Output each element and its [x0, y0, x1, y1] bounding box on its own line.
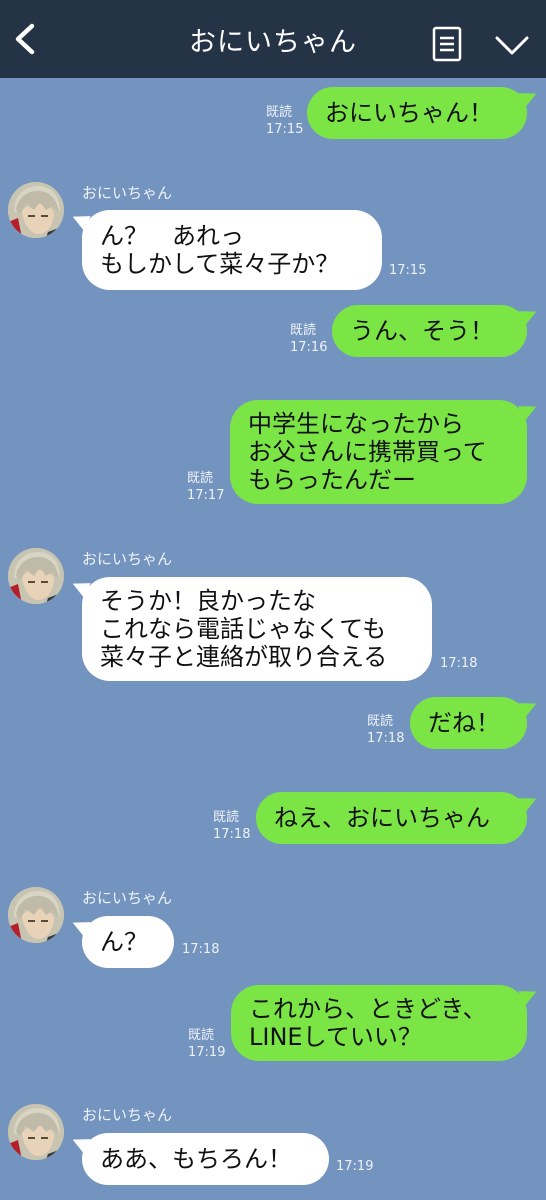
chat-title: おにいちゃん: [189, 27, 357, 58]
sender-name: おにいちゃん: [82, 1106, 173, 1124]
received-message-bubble[interactable]: ん？ あれっ もしかして菜々子か？: [82, 210, 382, 290]
read-receipt: 既読: [290, 323, 317, 338]
message-text-line: もしかして菜々子か？: [100, 250, 340, 278]
received-message-bubble[interactable]: ああ、もちろん！: [82, 1133, 329, 1185]
sender-name: おにいちゃん: [82, 889, 173, 907]
timestamp: 17:18: [440, 656, 478, 671]
message-text-line: だね！: [428, 709, 500, 737]
message-text-line: ああ、もちろん！: [100, 1145, 292, 1173]
message-meta: 17:15: [389, 262, 426, 279]
sent-message-bubble[interactable]: だね！: [410, 697, 527, 749]
message-meta: 17:19: [336, 1158, 373, 1175]
message-text-line: これから、ときどき、: [249, 995, 487, 1023]
avatar[interactable]: [8, 548, 64, 604]
timestamp: 17:15: [389, 263, 427, 278]
timestamp: 17:17: [187, 488, 225, 503]
message-meta: 既読 17:15: [266, 104, 303, 138]
message-meta: 既読 17:19: [188, 1027, 225, 1061]
avatar-image: [8, 887, 64, 943]
timestamp: 17:18: [367, 731, 405, 746]
message-text-line: ん？: [100, 928, 148, 956]
timestamp: 17:18: [213, 827, 251, 842]
message-meta: 17:18: [182, 941, 219, 958]
sent-message-bubble[interactable]: これから、ときどき、 LINEしていい？: [231, 985, 527, 1061]
read-receipt: 既読: [266, 105, 293, 120]
message-text-line: LINEしていい？: [249, 1023, 422, 1051]
message-meta: 17:18: [440, 655, 477, 672]
message-text-line: これなら電話じゃなくても: [100, 615, 387, 643]
timestamp: 17:19: [188, 1045, 226, 1060]
message-text-line: そうか！良かったな: [100, 587, 316, 615]
avatar[interactable]: [8, 1104, 64, 1160]
avatar[interactable]: [8, 182, 64, 238]
message-text-line: ん？ あれっ: [100, 222, 244, 250]
read-receipt: 既読: [187, 471, 214, 486]
sender-name: おにいちゃん: [82, 184, 173, 202]
sent-message-bubble[interactable]: ねえ、おにいちゃん: [256, 792, 527, 844]
menu-icon[interactable]: [432, 26, 462, 62]
message-meta: 既読 17:17: [187, 470, 224, 504]
message-text-line: もらったんだー: [248, 466, 416, 494]
timestamp: 17:18: [182, 942, 220, 957]
read-receipt: 既読: [367, 714, 394, 729]
message-meta: 既読 17:16: [290, 322, 327, 356]
timestamp: 17:15: [266, 122, 304, 137]
sent-message-bubble[interactable]: 中学生になったから お父さんに携帯買って もらったんだー: [230, 400, 527, 504]
avatar-image: [8, 182, 64, 238]
sender-name: おにいちゃん: [82, 550, 173, 568]
read-receipt: 既読: [188, 1028, 215, 1043]
message-text-line: 菜々子と連絡が取り合える: [100, 643, 388, 671]
avatar[interactable]: [8, 887, 64, 943]
timestamp: 17:16: [290, 340, 328, 355]
message-text-line: おにいちゃん！: [325, 99, 493, 127]
received-message-bubble[interactable]: ん？: [82, 916, 174, 968]
chat-header: おにいちゃん: [0, 0, 546, 78]
avatar-image: [8, 548, 64, 604]
chat-area[interactable]: おにいちゃん！ 既読 17:15 ん？ あれっ もしかして菜々子か？ 17:15 おにいちゃ…: [0, 78, 546, 1200]
read-receipt: 既読: [213, 810, 240, 825]
sent-message-bubble[interactable]: うん、そう！: [332, 305, 527, 357]
timestamp: 17:19: [336, 1159, 374, 1174]
message-meta: 既読 17:18: [367, 713, 404, 747]
message-text-line: うん、そう！: [350, 317, 494, 345]
message-text-line: ねえ、おにいちゃん: [274, 804, 490, 832]
received-message-bubble[interactable]: そうか！良かったな これなら電話じゃなくても 菜々子と連絡が取り合える: [82, 577, 432, 681]
chevron-down-icon[interactable]: [495, 35, 529, 57]
avatar-image: [8, 1104, 64, 1160]
sent-message-bubble[interactable]: おにいちゃん！: [307, 87, 527, 139]
message-text-line: お父さんに携帯買って: [248, 438, 487, 466]
message-text-line: 中学生になったから: [248, 410, 464, 438]
message-meta: 既読 17:18: [213, 809, 250, 843]
